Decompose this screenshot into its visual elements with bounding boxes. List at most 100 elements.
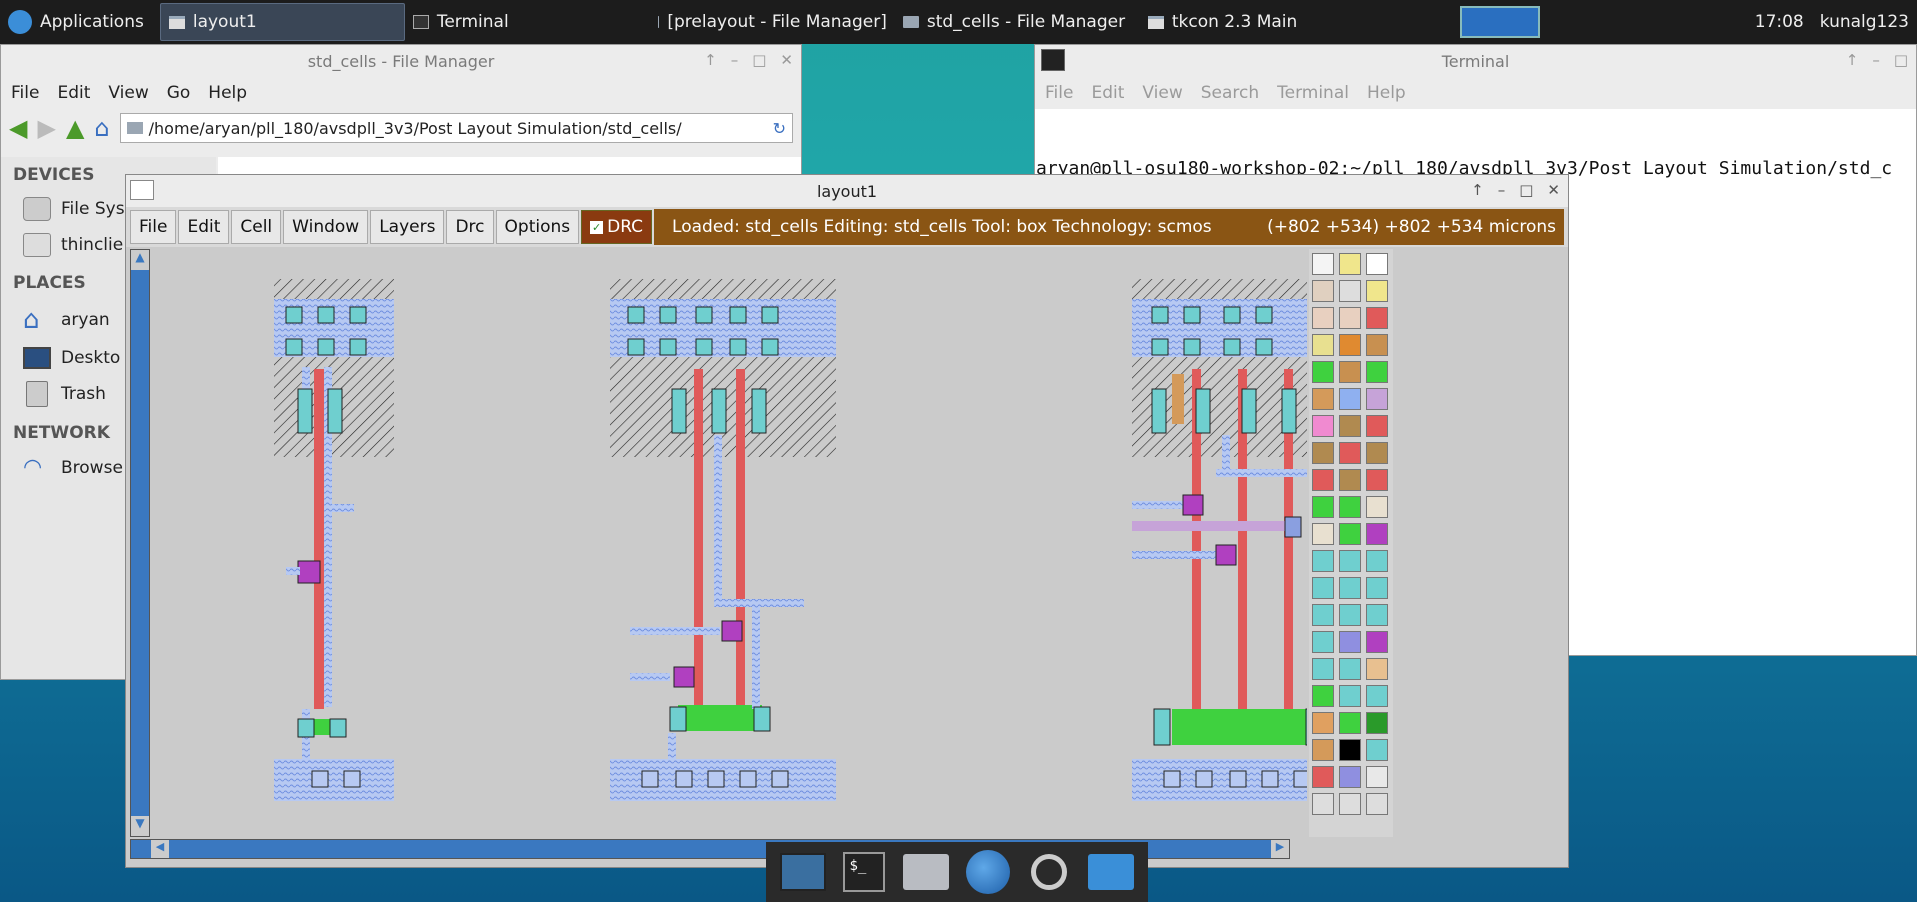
minimize-icon[interactable]: – xyxy=(731,51,739,69)
shade-icon[interactable]: ↑ xyxy=(704,51,717,69)
layer-swatch[interactable] xyxy=(1312,415,1334,437)
layer-swatch[interactable] xyxy=(1339,334,1361,356)
maximize-icon[interactable]: □ xyxy=(752,51,766,69)
layer-swatch[interactable] xyxy=(1339,388,1361,410)
layer-swatch[interactable] xyxy=(1339,577,1361,599)
layer-swatch[interactable] xyxy=(1312,712,1334,734)
layer-swatch[interactable] xyxy=(1339,469,1361,491)
back-arrow-icon[interactable]: ◀ xyxy=(9,114,27,142)
scroll-down-arrow-icon[interactable]: ▼ xyxy=(131,816,149,836)
layer-swatch[interactable] xyxy=(1366,550,1388,572)
dock-terminal-icon[interactable]: $_ xyxy=(839,847,889,897)
minimize-icon[interactable]: – xyxy=(1872,51,1880,69)
layer-swatch[interactable] xyxy=(1312,631,1334,653)
layer-swatch[interactable] xyxy=(1312,658,1334,680)
close-icon[interactable]: ✕ xyxy=(780,51,793,69)
layer-swatch[interactable] xyxy=(1339,766,1361,788)
menu-edit[interactable]: Edit xyxy=(57,83,90,103)
layer-swatch[interactable] xyxy=(1366,388,1388,410)
workspace-switcher[interactable] xyxy=(1459,6,1540,38)
layer-swatch[interactable] xyxy=(1366,361,1388,383)
menu-terminal[interactable]: Terminal xyxy=(1277,83,1349,103)
dock-show-desktop-icon[interactable] xyxy=(778,847,828,897)
layer-swatch[interactable] xyxy=(1339,739,1361,761)
layer-swatch[interactable] xyxy=(1312,388,1334,410)
layer-swatch[interactable] xyxy=(1339,307,1361,329)
menu-help[interactable]: Help xyxy=(1367,83,1406,103)
close-icon[interactable]: ✕ xyxy=(1547,181,1560,199)
menu-drc[interactable]: Drc xyxy=(446,210,494,244)
layer-swatch[interactable] xyxy=(1312,766,1334,788)
layer-swatch[interactable] xyxy=(1339,496,1361,518)
scroll-left-arrow-icon[interactable]: ◀ xyxy=(151,840,169,858)
layer-swatch[interactable] xyxy=(1366,253,1388,275)
shade-icon[interactable]: ↑ xyxy=(1471,181,1484,199)
layer-swatch[interactable] xyxy=(1339,712,1361,734)
layer-swatch[interactable] xyxy=(1312,334,1334,356)
layer-swatch[interactable] xyxy=(1339,685,1361,707)
dock-web-browser-icon[interactable] xyxy=(963,847,1013,897)
menu-options[interactable]: Options xyxy=(495,210,580,244)
layer-swatch[interactable] xyxy=(1366,604,1388,626)
menu-file[interactable]: File xyxy=(11,83,39,103)
layer-swatch[interactable] xyxy=(1366,712,1388,734)
layer-swatch[interactable] xyxy=(1312,739,1334,761)
layer-swatch[interactable] xyxy=(1339,658,1361,680)
reload-icon[interactable]: ↻ xyxy=(773,119,786,138)
layer-swatch[interactable] xyxy=(1339,253,1361,275)
layer-swatch[interactable] xyxy=(1312,361,1334,383)
menu-edit[interactable]: Edit xyxy=(1091,83,1124,103)
scroll-up-arrow-icon[interactable]: ▲ xyxy=(131,250,149,270)
layer-swatch[interactable] xyxy=(1366,442,1388,464)
location-bar[interactable]: /home/aryan/pll_180/avsdpll_3v3/Post Lay… xyxy=(119,113,793,143)
layer-swatch[interactable] xyxy=(1366,766,1388,788)
layer-swatch[interactable] xyxy=(1339,361,1361,383)
layer-palette[interactable] xyxy=(1309,249,1393,837)
layer-swatch[interactable] xyxy=(1366,496,1388,518)
shade-icon[interactable]: ↑ xyxy=(1846,51,1859,69)
menu-edit[interactable]: Edit xyxy=(178,210,230,244)
layer-swatch[interactable] xyxy=(1339,550,1361,572)
menu-view[interactable]: View xyxy=(108,83,148,103)
layer-swatch[interactable] xyxy=(1339,442,1361,464)
task-prelayout-file-manager[interactable]: [prelayout - File Manager] xyxy=(650,3,895,41)
layer-swatch[interactable] xyxy=(1339,415,1361,437)
layer-swatch[interactable] xyxy=(1312,685,1334,707)
layer-swatch[interactable] xyxy=(1366,577,1388,599)
maximize-icon[interactable]: □ xyxy=(1894,51,1908,69)
menu-file[interactable]: File xyxy=(1045,83,1073,103)
layer-swatch[interactable] xyxy=(1366,658,1388,680)
layer-swatch[interactable] xyxy=(1366,280,1388,302)
task-tkcon[interactable]: tkcon 2.3 Main xyxy=(1140,3,1410,41)
dock-search-icon[interactable] xyxy=(1024,847,1074,897)
layer-swatch[interactable] xyxy=(1312,523,1334,545)
layer-swatch[interactable] xyxy=(1366,739,1388,761)
menu-file[interactable]: File xyxy=(130,210,177,244)
dock-files-folder-icon[interactable] xyxy=(1086,847,1136,897)
layout-canvas[interactable] xyxy=(152,249,1307,837)
applications-menu[interactable]: Applications xyxy=(0,3,152,41)
layer-swatch[interactable] xyxy=(1312,604,1334,626)
maximize-icon[interactable]: □ xyxy=(1519,181,1533,199)
layer-swatch[interactable] xyxy=(1366,334,1388,356)
file-manager-titlebar[interactable]: std_cells - File Manager ↑ – □ ✕ xyxy=(1,45,801,77)
vertical-scrollbar[interactable]: ▲ ▼ xyxy=(130,249,150,837)
task-std-cells-file-manager[interactable]: std_cells - File Manager xyxy=(895,3,1140,41)
layer-swatch[interactable] xyxy=(1339,631,1361,653)
menu-help[interactable]: Help xyxy=(208,83,247,103)
home-icon[interactable]: ⌂ xyxy=(94,114,109,142)
dock-home-folder-icon[interactable] xyxy=(901,847,951,897)
layer-swatch[interactable] xyxy=(1312,469,1334,491)
scroll-right-arrow-icon[interactable]: ▶ xyxy=(1271,840,1289,858)
layer-swatch[interactable] xyxy=(1339,793,1361,815)
user-name[interactable]: kunalg123 xyxy=(1812,3,1917,41)
menu-view[interactable]: View xyxy=(1142,83,1182,103)
layer-swatch[interactable] xyxy=(1366,685,1388,707)
layer-swatch[interactable] xyxy=(1312,307,1334,329)
layer-swatch[interactable] xyxy=(1312,793,1334,815)
layer-swatch[interactable] xyxy=(1339,604,1361,626)
menu-cell[interactable]: Cell xyxy=(231,210,282,244)
layout-titlebar[interactable]: layout1 ↑ – □ ✕ xyxy=(126,175,1568,207)
menu-go[interactable]: Go xyxy=(167,83,191,103)
layer-swatch[interactable] xyxy=(1366,307,1388,329)
